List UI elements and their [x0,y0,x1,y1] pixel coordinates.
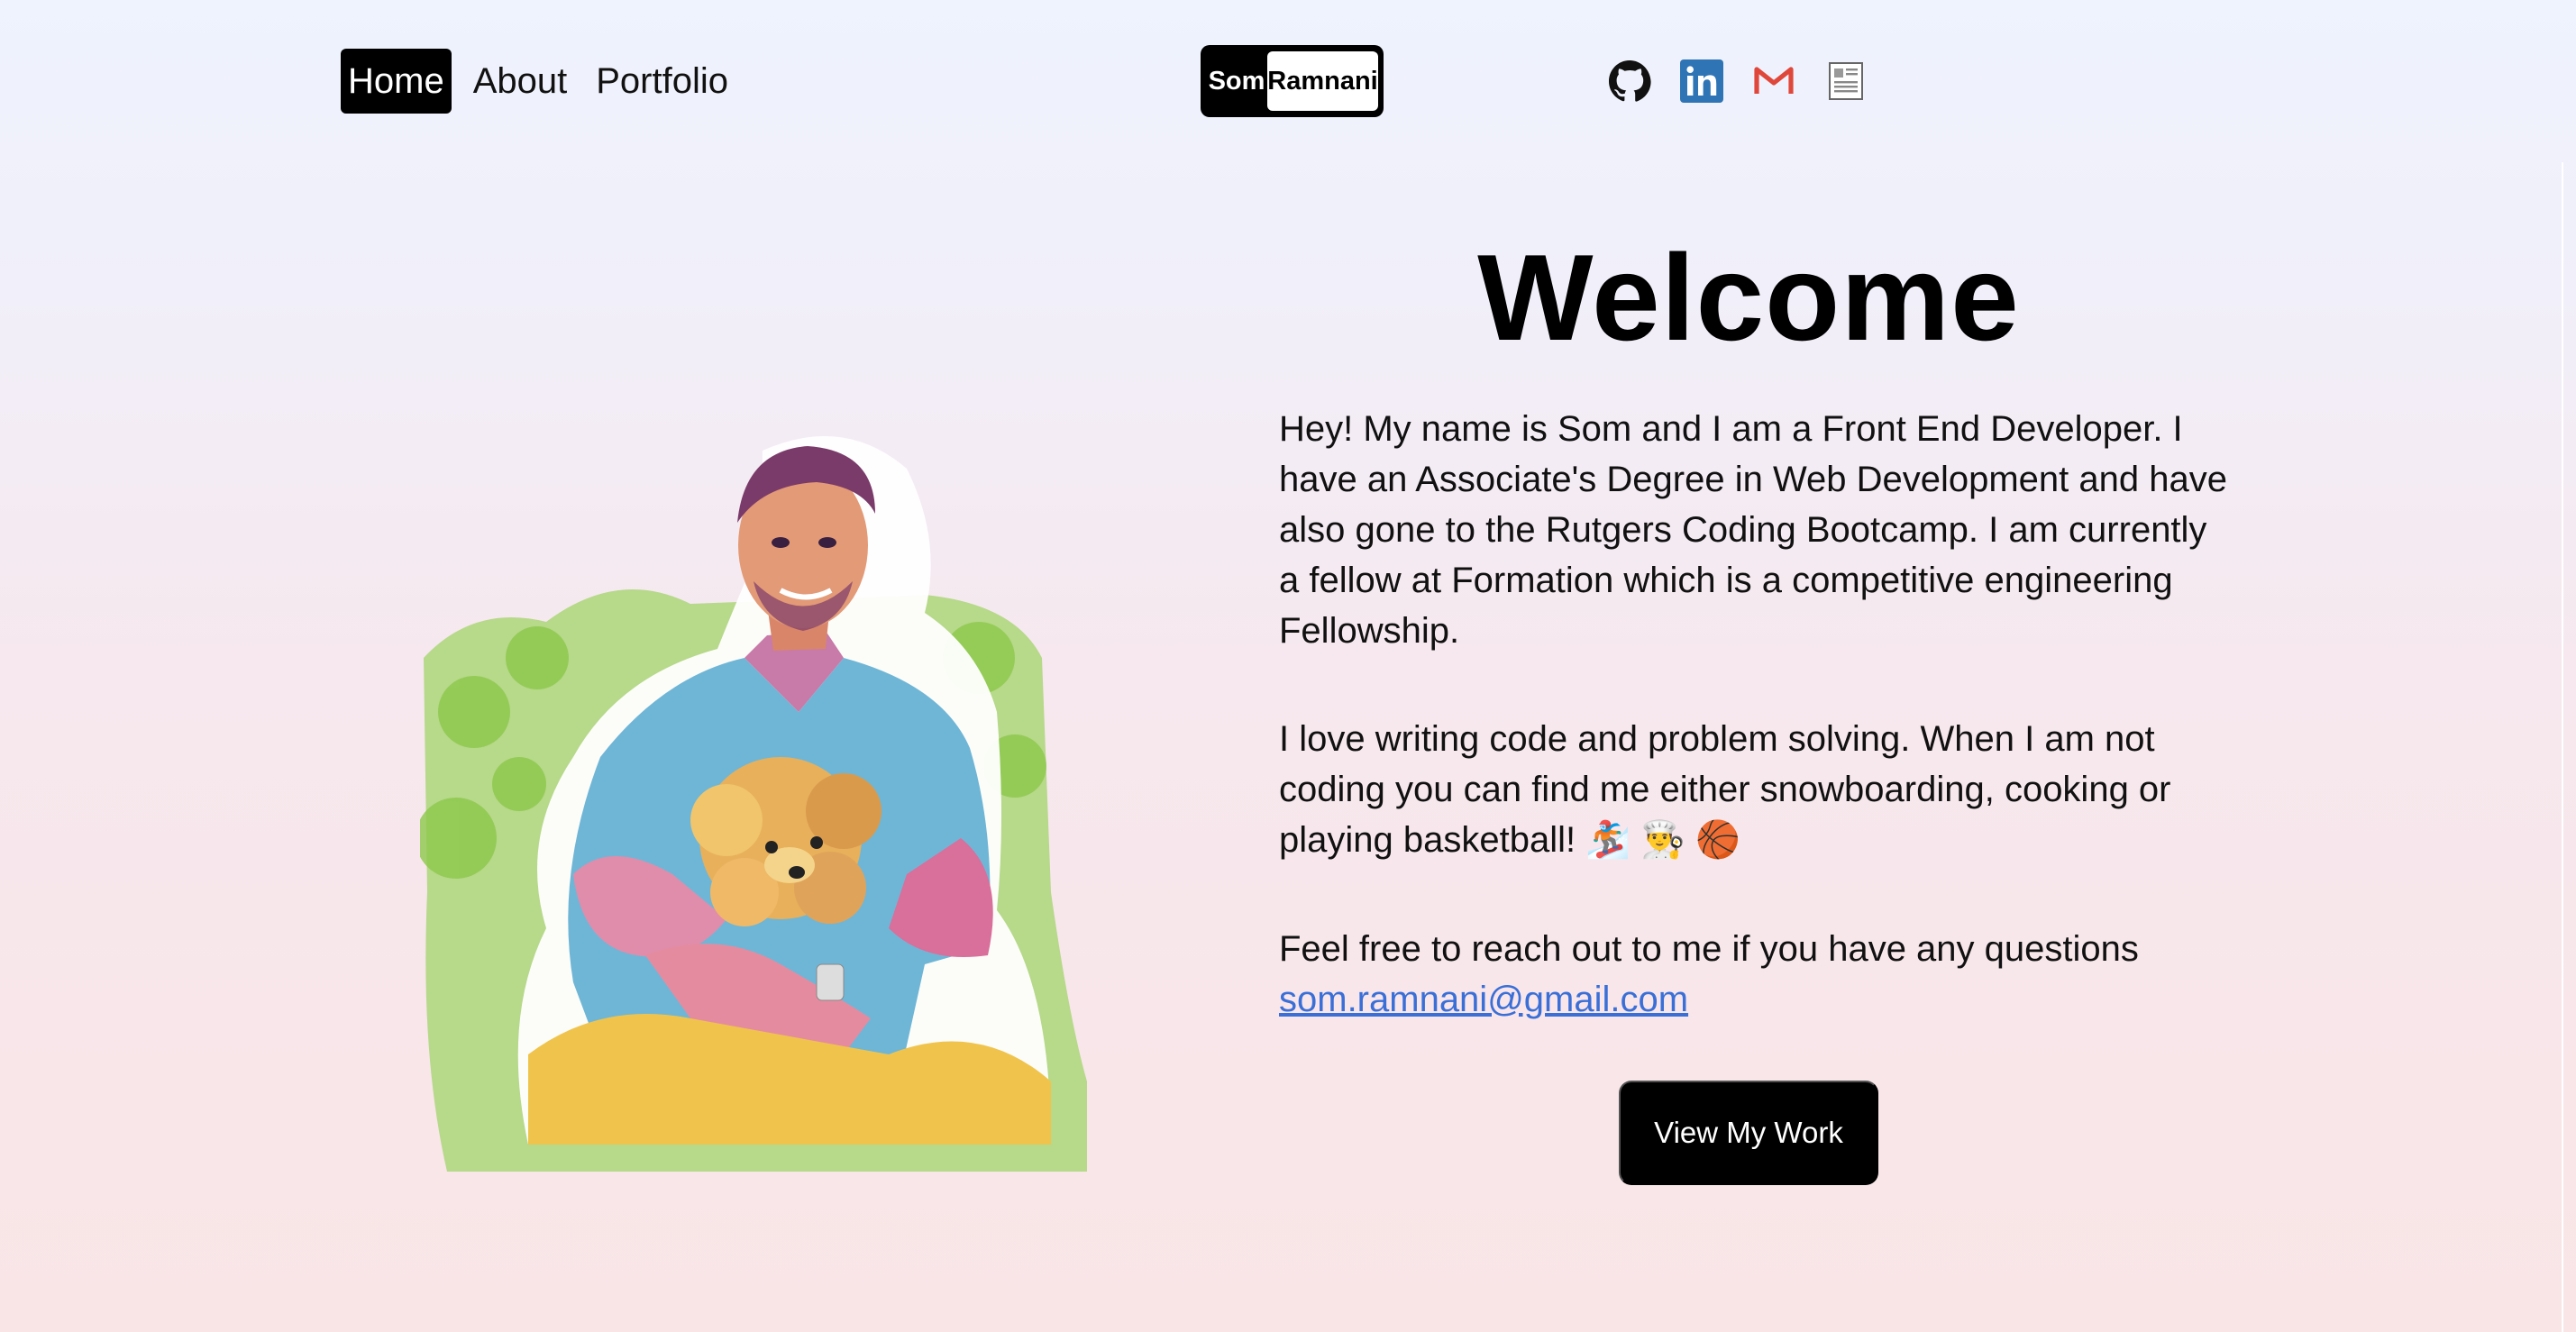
intro-paragraph: Hey! My name is Som and I am a Front End… [1279,409,2227,651]
email-link[interactable]: som.ramnani@gmail.com [1279,980,1688,1019]
gmail-icon[interactable] [1752,59,1795,103]
resume-icon[interactable] [1824,59,1868,103]
social-links [1608,59,1868,103]
logo-first-name: Som [1208,66,1265,96]
page-title: Welcome [1477,229,2020,366]
contact-paragraph: Feel free to reach out to me if you have… [1279,924,2234,1025]
site-logo[interactable]: Som Ramnani [1201,45,1384,117]
main-nav: Home About Portfolio [341,49,735,114]
profile-illustration [420,436,1087,1172]
hobbies-paragraph: I love writing code and problem solving.… [1279,719,2171,860]
contact-text: Feel free to reach out to me if you have… [1279,929,2139,969]
nav-about[interactable]: About [466,49,575,114]
scrollbar-edge [2562,162,2563,1332]
github-icon[interactable] [1608,59,1651,103]
nav-home[interactable]: Home [341,49,452,114]
linkedin-icon[interactable] [1680,59,1723,103]
nav-portfolio[interactable]: Portfolio [589,49,735,114]
logo-last-name: Ramnani [1267,51,1378,111]
view-my-work-button[interactable]: View My Work [1619,1081,1878,1185]
